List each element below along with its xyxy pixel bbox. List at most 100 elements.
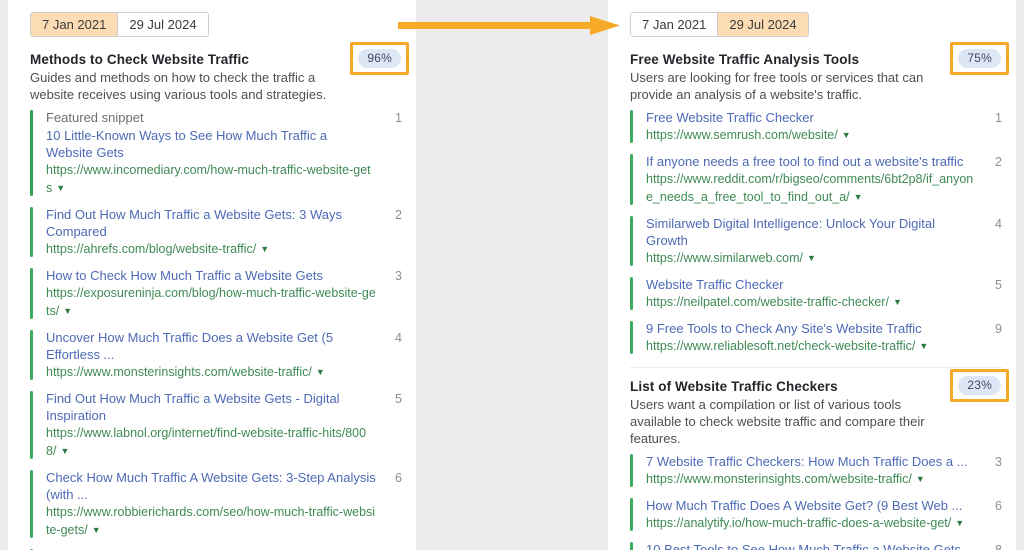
result-position: 9: [995, 320, 1002, 338]
chevron-down-icon[interactable]: ▼: [919, 341, 928, 351]
result-position: 4: [995, 215, 1002, 233]
intent-description: Users want a compilation or list of vari…: [630, 396, 932, 447]
intent-group-checker-lists: List of Website Traffic Checkers Users w…: [630, 368, 1002, 550]
result-url[interactable]: https://www.semrush.com/website/: [646, 128, 838, 142]
result-title[interactable]: Website Traffic Checker: [646, 276, 976, 293]
result-title[interactable]: Check How Much Traffic A Website Gets: 3…: [46, 469, 376, 503]
intent-group-methods: Methods to Check Website Traffic Guides …: [30, 37, 402, 550]
intent-title: List of Website Traffic Checkers: [630, 378, 932, 395]
result-item[interactable]: 10 Best Tools to See How Much Traffic a …: [630, 541, 1002, 550]
result-item[interactable]: How Much Traffic Does A Website Get? (9 …: [630, 497, 1002, 532]
result-position: 6: [995, 497, 1002, 515]
result-title[interactable]: Free Website Traffic Checker: [646, 109, 976, 126]
result-url[interactable]: https://www.similarweb.com/: [646, 251, 803, 265]
result-item[interactable]: Check How Much Traffic A Website Gets: 3…: [30, 469, 402, 539]
result-title[interactable]: 9 Free Tools to Check Any Site's Website…: [646, 320, 976, 337]
result-item[interactable]: Website Traffic Checker https://neilpate…: [630, 276, 1002, 311]
result-item[interactable]: Find Out How Much Traffic a Website Gets…: [30, 390, 402, 460]
result-title[interactable]: Similarweb Digital Intelligence: Unlock …: [646, 215, 976, 249]
chevron-down-icon[interactable]: ▼: [316, 367, 325, 377]
chevron-down-icon[interactable]: ▼: [842, 130, 851, 140]
result-item[interactable]: Similarweb Digital Intelligence: Unlock …: [630, 215, 1002, 267]
intent-share-highlight: 75%: [950, 42, 1009, 75]
result-item[interactable]: If anyone needs a free tool to find out …: [630, 153, 1002, 206]
result-item[interactable]: 9 Free Tools to Check Any Site's Website…: [630, 320, 1002, 355]
date-button-end-right[interactable]: 29 Jul 2024: [717, 13, 807, 36]
intent-group-free-tools: Free Website Traffic Analysis Tools User…: [630, 37, 1002, 355]
intent-share-badge: 96%: [358, 49, 401, 68]
result-url[interactable]: https://analytify.io/how-much-traffic-do…: [646, 516, 951, 530]
chevron-down-icon[interactable]: ▼: [955, 518, 964, 528]
result-position: 3: [395, 267, 402, 285]
panel-right-content: 7 Jan 2021 29 Jul 2024 Free Website Traf…: [608, 0, 1016, 550]
intent-title: Methods to Check Website Traffic: [30, 51, 332, 68]
result-title[interactable]: Uncover How Much Traffic Does a Website …: [46, 329, 376, 363]
comparison-view: 7 Jan 2021 29 Jul 2024 Methods to Check …: [0, 0, 1024, 550]
chevron-down-icon[interactable]: ▼: [893, 297, 902, 307]
result-position: 4: [395, 329, 402, 347]
result-url[interactable]: https://www.reddit.com/r/bigseo/comments…: [646, 172, 973, 204]
intent-share-highlight: 96%: [350, 42, 409, 75]
date-toggle-left[interactable]: 7 Jan 2021 29 Jul 2024: [30, 12, 209, 37]
intent-share-highlight: 23%: [950, 369, 1009, 402]
result-url[interactable]: https://www.reliablesoft.net/check-websi…: [646, 339, 915, 353]
result-url[interactable]: https://ahrefs.com/blog/website-traffic/: [46, 242, 256, 256]
intent-group-header: List of Website Traffic Checkers Users w…: [630, 378, 1002, 447]
result-item[interactable]: Featured snippet 10 Little-Known Ways to…: [30, 109, 402, 197]
result-position: 3: [995, 453, 1002, 471]
result-title[interactable]: How to Check How Much Traffic a Website …: [46, 267, 376, 284]
result-url[interactable]: https://www.labnol.org/internet/find-web…: [46, 426, 366, 458]
chevron-down-icon[interactable]: ▼: [807, 253, 816, 263]
result-url[interactable]: https://www.monsterinsights.com/website-…: [46, 365, 312, 379]
date-button-start-left[interactable]: 7 Jan 2021: [31, 13, 117, 36]
intent-group-header: Methods to Check Website Traffic Guides …: [30, 51, 402, 103]
result-title[interactable]: 10 Best Tools to See How Much Traffic a …: [646, 541, 976, 550]
chevron-down-icon[interactable]: ▼: [60, 446, 69, 456]
result-position: 8: [995, 541, 1002, 550]
result-item[interactable]: Free Website Traffic Checker https://www…: [630, 109, 1002, 144]
date-button-end-left[interactable]: 29 Jul 2024: [117, 13, 207, 36]
result-title[interactable]: 7 Website Traffic Checkers: How Much Tra…: [646, 453, 976, 470]
intent-share-badge: 23%: [958, 376, 1001, 395]
panel-right: 7 Jan 2021 29 Jul 2024 Free Website Traf…: [608, 0, 1016, 550]
result-item[interactable]: Uncover How Much Traffic Does a Website …: [30, 329, 402, 381]
result-url[interactable]: https://exposureninja.com/blog/how-much-…: [46, 286, 376, 318]
intent-title: Free Website Traffic Analysis Tools: [630, 51, 932, 68]
panel-left: 7 Jan 2021 29 Jul 2024 Methods to Check …: [8, 0, 416, 550]
result-item[interactable]: 7 Website Traffic Checkers: How Much Tra…: [630, 453, 1002, 488]
comparison-arrow: [398, 16, 620, 36]
chevron-down-icon[interactable]: ▼: [854, 192, 863, 202]
result-position: 2: [395, 206, 402, 224]
results-list-right-2: 7 Website Traffic Checkers: How Much Tra…: [630, 453, 1002, 550]
result-url[interactable]: https://neilpatel.com/website-traffic-ch…: [646, 295, 889, 309]
result-url[interactable]: https://www.monsterinsights.com/website-…: [646, 472, 912, 486]
result-title[interactable]: Find Out How Much Traffic a Website Gets…: [46, 206, 376, 240]
intent-share-badge: 75%: [958, 49, 1001, 68]
result-url[interactable]: https://www.incomediary.com/how-much-tra…: [46, 163, 371, 195]
chevron-down-icon[interactable]: ▼: [260, 244, 269, 254]
result-position: 1: [995, 109, 1002, 127]
result-title[interactable]: Find Out How Much Traffic a Website Gets…: [46, 390, 376, 424]
result-title[interactable]: If anyone needs a free tool to find out …: [646, 153, 976, 170]
panel-left-content: 7 Jan 2021 29 Jul 2024 Methods to Check …: [8, 0, 416, 550]
result-position: 1: [395, 109, 402, 127]
chevron-down-icon[interactable]: ▼: [92, 525, 101, 535]
result-position: 2: [995, 153, 1002, 171]
date-button-start-right[interactable]: 7 Jan 2021: [631, 13, 717, 36]
result-item[interactable]: Find Out How Much Traffic a Website Gets…: [30, 206, 402, 258]
intent-group-header: Free Website Traffic Analysis Tools User…: [630, 51, 1002, 103]
result-title[interactable]: 10 Little-Known Ways to See How Much Tra…: [46, 127, 376, 161]
chevron-down-icon[interactable]: ▼: [916, 474, 925, 484]
date-toggle-right[interactable]: 7 Jan 2021 29 Jul 2024: [630, 12, 809, 37]
intent-description: Guides and methods on how to check the t…: [30, 69, 332, 103]
result-item[interactable]: How to Check How Much Traffic a Website …: [30, 267, 402, 320]
intent-description: Users are looking for free tools or serv…: [630, 69, 932, 103]
result-position: 5: [995, 276, 1002, 294]
result-position: 6: [395, 469, 402, 487]
featured-snippet-label: Featured snippet: [46, 109, 376, 127]
result-position: 5: [395, 390, 402, 408]
result-title[interactable]: How Much Traffic Does A Website Get? (9 …: [646, 497, 976, 514]
chevron-down-icon[interactable]: ▼: [63, 306, 72, 316]
chevron-down-icon[interactable]: ▼: [56, 183, 65, 193]
results-list-left: Featured snippet 10 Little-Known Ways to…: [30, 109, 402, 550]
